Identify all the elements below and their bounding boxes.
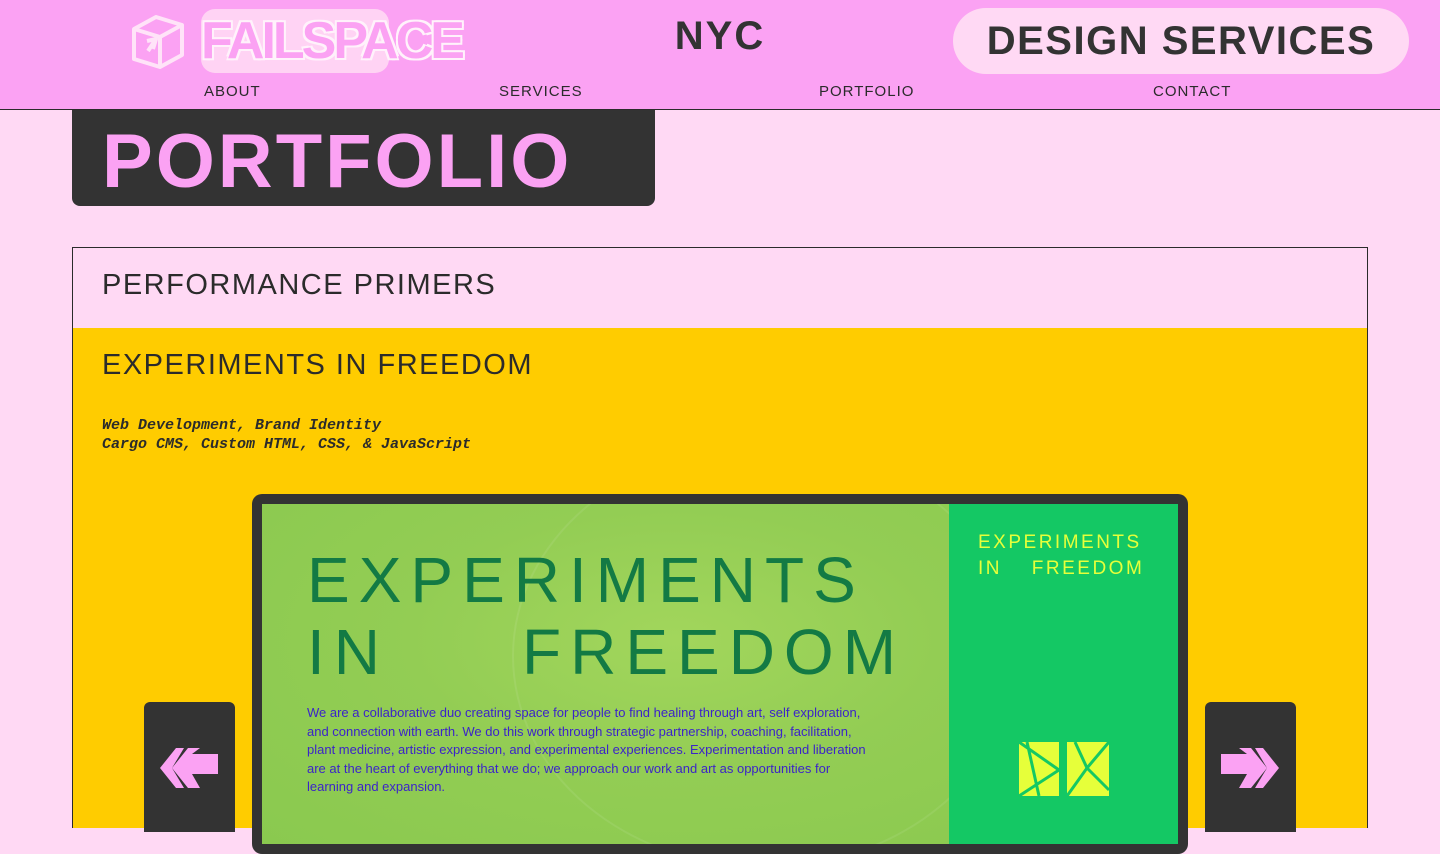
failspace-logo[interactable]: FAILSPACE [201,9,465,73]
project-title: PERFORMANCE PRIMERS [102,269,497,301]
preview-main-panel: EXPERIMENTS IN FREEDOM We are a collabor… [262,504,949,844]
city-label: NYC [674,14,766,58]
project-tech: Cargo CMS, Custom HTML, CSS, & JavaScrip… [102,436,472,453]
arrow-left-icon [160,748,218,788]
project-accordion-performance-primers[interactable]: PERFORMANCE PRIMERS [72,247,1368,329]
nav-contact[interactable]: CONTACT [1153,83,1231,100]
side-title-line1: EXPERIMENTS [978,532,1142,553]
cube-logo-icon[interactable] [128,11,188,71]
design-services-button[interactable]: DESIGN SERVICES [953,8,1409,74]
preview-title-in: IN [307,616,389,688]
project-title: EXPERIMENTS IN FREEDOM [102,349,533,381]
page-title-box: PORTFOLIO [72,110,655,206]
arrow-right-icon [1221,748,1279,788]
nav-services[interactable]: SERVICES [499,83,583,100]
preview-title: EXPERIMENTS IN FREEDOM [307,544,907,688]
prev-slide-button[interactable] [144,702,235,832]
project-preview-frame: EXPERIMENTS IN FREEDOM We are a collabor… [252,494,1188,854]
page-title: PORTFOLIO [102,119,573,204]
preview-side-panel: EXPERIMENTS IN FREEDOM [949,504,1178,844]
preview-title-freedom: FREEDOM [522,616,905,688]
side-title-line2: IN FREEDOM [978,558,1145,579]
nav-about[interactable]: ABOUT [204,83,261,100]
logo-text: FAILSPACE [201,12,465,70]
next-slide-button[interactable] [1205,702,1296,832]
project-tags: Web Development, Brand Identity [102,417,382,434]
experiments-logo-icon [1018,740,1111,798]
preview-title-line1: EXPERIMENTS [307,544,865,616]
site-header: FAILSPACE NYC DESIGN SERVICES ABOUT SERV… [0,0,1440,110]
project-meta: Web Development, Brand Identity Cargo CM… [102,416,471,454]
project-accordion-experiments-in-freedom[interactable]: EXPERIMENTS IN FREEDOM Web Development, … [72,328,1368,854]
preview-description: We are a collaborative duo creating spac… [307,705,866,795]
nav-portfolio[interactable]: PORTFOLIO [819,83,914,100]
preview-title-line2: IN FREEDOM [307,616,905,688]
preview-side-title: EXPERIMENTS IN FREEDOM [978,530,1144,582]
